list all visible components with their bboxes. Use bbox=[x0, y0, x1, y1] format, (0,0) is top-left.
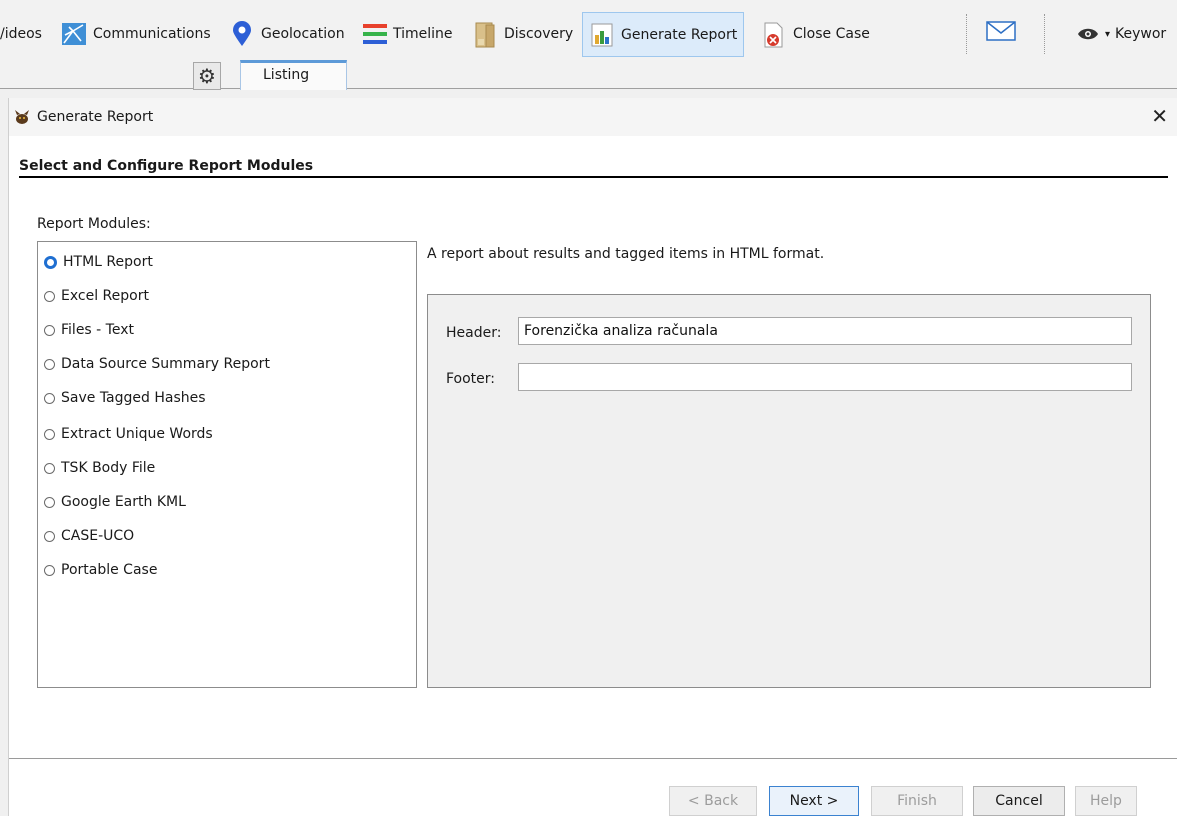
module-label: Google Earth KML bbox=[61, 494, 186, 510]
module-config-panel: Header: Footer: bbox=[427, 294, 1151, 688]
module-html-report[interactable]: HTML Report bbox=[44, 252, 153, 272]
module-label: Extract Unique Words bbox=[61, 426, 213, 442]
footer-input[interactable] bbox=[518, 363, 1132, 391]
toolbar-timeline-label: Timeline bbox=[393, 26, 453, 42]
toolbar-geolocation-label: Geolocation bbox=[261, 26, 345, 42]
module-label: HTML Report bbox=[63, 254, 153, 270]
radio-icon[interactable] bbox=[44, 290, 55, 302]
radio-icon[interactable] bbox=[44, 324, 55, 336]
report-modules-label: Report Modules: bbox=[37, 216, 151, 232]
gear-icon: ⚙ bbox=[198, 64, 216, 88]
module-save-tagged-hashes[interactable]: Save Tagged Hashes bbox=[44, 388, 206, 408]
module-label: CASE-UCO bbox=[61, 528, 135, 544]
radio-icon[interactable] bbox=[44, 358, 55, 370]
module-case-uco[interactable]: CASE-UCO bbox=[44, 526, 134, 546]
timeline-icon bbox=[361, 21, 387, 47]
toolbar-communications[interactable]: Communications bbox=[61, 12, 211, 56]
module-google-earth-kml[interactable]: Google Earth KML bbox=[44, 492, 186, 512]
generate-report-dialog: Generate Report ✕ Select and Configure R… bbox=[8, 98, 1177, 816]
radio-icon[interactable] bbox=[44, 496, 55, 508]
toolbar-timeline[interactable]: Timeline bbox=[361, 12, 453, 56]
module-excel-report[interactable]: Excel Report bbox=[44, 286, 149, 306]
step-divider bbox=[19, 176, 1168, 178]
help-button[interactable]: Help bbox=[1075, 786, 1137, 816]
close-icon[interactable]: ✕ bbox=[1151, 104, 1168, 128]
radio-icon[interactable] bbox=[44, 564, 55, 576]
module-files-text[interactable]: Files - Text bbox=[44, 320, 134, 340]
toolbar-discovery-label: Discovery bbox=[504, 26, 574, 42]
radio-icon[interactable] bbox=[44, 462, 55, 474]
finish-button[interactable]: Finish bbox=[871, 786, 963, 816]
module-data-source-summary[interactable]: Data Source Summary Report bbox=[44, 354, 270, 374]
dropdown-arrow-icon: ▾ bbox=[1105, 28, 1111, 40]
toolbar-communications-label: Communications bbox=[93, 26, 211, 42]
report-modules-list: HTML Report Excel Report Files - Text Da… bbox=[37, 241, 417, 688]
radio-selected-icon[interactable] bbox=[44, 255, 57, 269]
step-title: Select and Configure Report Modules bbox=[19, 158, 314, 174]
eye-icon bbox=[1077, 27, 1099, 41]
back-button[interactable]: < Back bbox=[669, 786, 757, 816]
toolbar-videos[interactable]: /ideos bbox=[0, 12, 42, 56]
module-label: TSK Body File bbox=[61, 460, 156, 476]
toolbar-close-case-label: Close Case bbox=[793, 26, 870, 42]
app-logo-icon bbox=[13, 109, 31, 125]
cancel-button[interactable]: Cancel bbox=[973, 786, 1065, 816]
communications-icon bbox=[61, 21, 87, 47]
module-portable-case[interactable]: Portable Case bbox=[44, 560, 157, 580]
button-bar-divider bbox=[9, 758, 1177, 759]
toolbar-separator bbox=[1044, 14, 1045, 54]
toolbar-generate-report-label: Generate Report bbox=[621, 26, 738, 43]
radio-icon[interactable] bbox=[44, 392, 55, 404]
email-button[interactable] bbox=[986, 20, 1016, 46]
module-tsk-body-file[interactable]: TSK Body File bbox=[44, 458, 155, 478]
mail-icon bbox=[986, 20, 1016, 46]
module-extract-unique-words[interactable]: Extract Unique Words bbox=[44, 424, 213, 444]
toolbar-videos-label: /ideos bbox=[0, 26, 42, 42]
module-label: Excel Report bbox=[61, 288, 149, 304]
toolbar-close-case[interactable]: Close Case bbox=[761, 12, 870, 56]
keyword-label: Keywor bbox=[1115, 26, 1167, 42]
module-description: A report about results and tagged items … bbox=[427, 246, 825, 262]
radio-icon[interactable] bbox=[44, 428, 55, 440]
report-icon bbox=[589, 22, 615, 48]
dialog-title-bar: Generate Report ✕ bbox=[9, 98, 1177, 136]
dialog-title: Generate Report bbox=[37, 109, 154, 125]
radio-icon[interactable] bbox=[44, 530, 55, 542]
toolbar-discovery[interactable]: Discovery bbox=[472, 12, 573, 56]
toolbar-geolocation[interactable]: Geolocation bbox=[229, 12, 345, 56]
footer-label: Footer: bbox=[446, 371, 496, 387]
header-label: Header: bbox=[446, 325, 502, 341]
discovery-icon bbox=[472, 21, 498, 48]
location-pin-icon bbox=[229, 21, 255, 47]
main-toolbar: /ideos Communications Geolocation Timeli… bbox=[0, 0, 1177, 90]
next-button[interactable]: Next > bbox=[769, 786, 859, 816]
tab-listing[interactable]: Listing bbox=[240, 60, 347, 90]
toolbar-separator bbox=[966, 14, 967, 54]
header-input[interactable] bbox=[518, 317, 1132, 345]
close-case-icon bbox=[761, 21, 787, 48]
module-label: Files - Text bbox=[61, 322, 134, 338]
settings-button[interactable]: ⚙ bbox=[193, 62, 221, 90]
module-label: Data Source Summary Report bbox=[61, 356, 270, 372]
keyword-search-dropdown[interactable]: ▾ Keywor bbox=[1077, 12, 1166, 56]
module-label: Portable Case bbox=[61, 562, 158, 578]
toolbar-generate-report[interactable]: Generate Report bbox=[582, 12, 745, 57]
module-label: Save Tagged Hashes bbox=[61, 390, 206, 406]
